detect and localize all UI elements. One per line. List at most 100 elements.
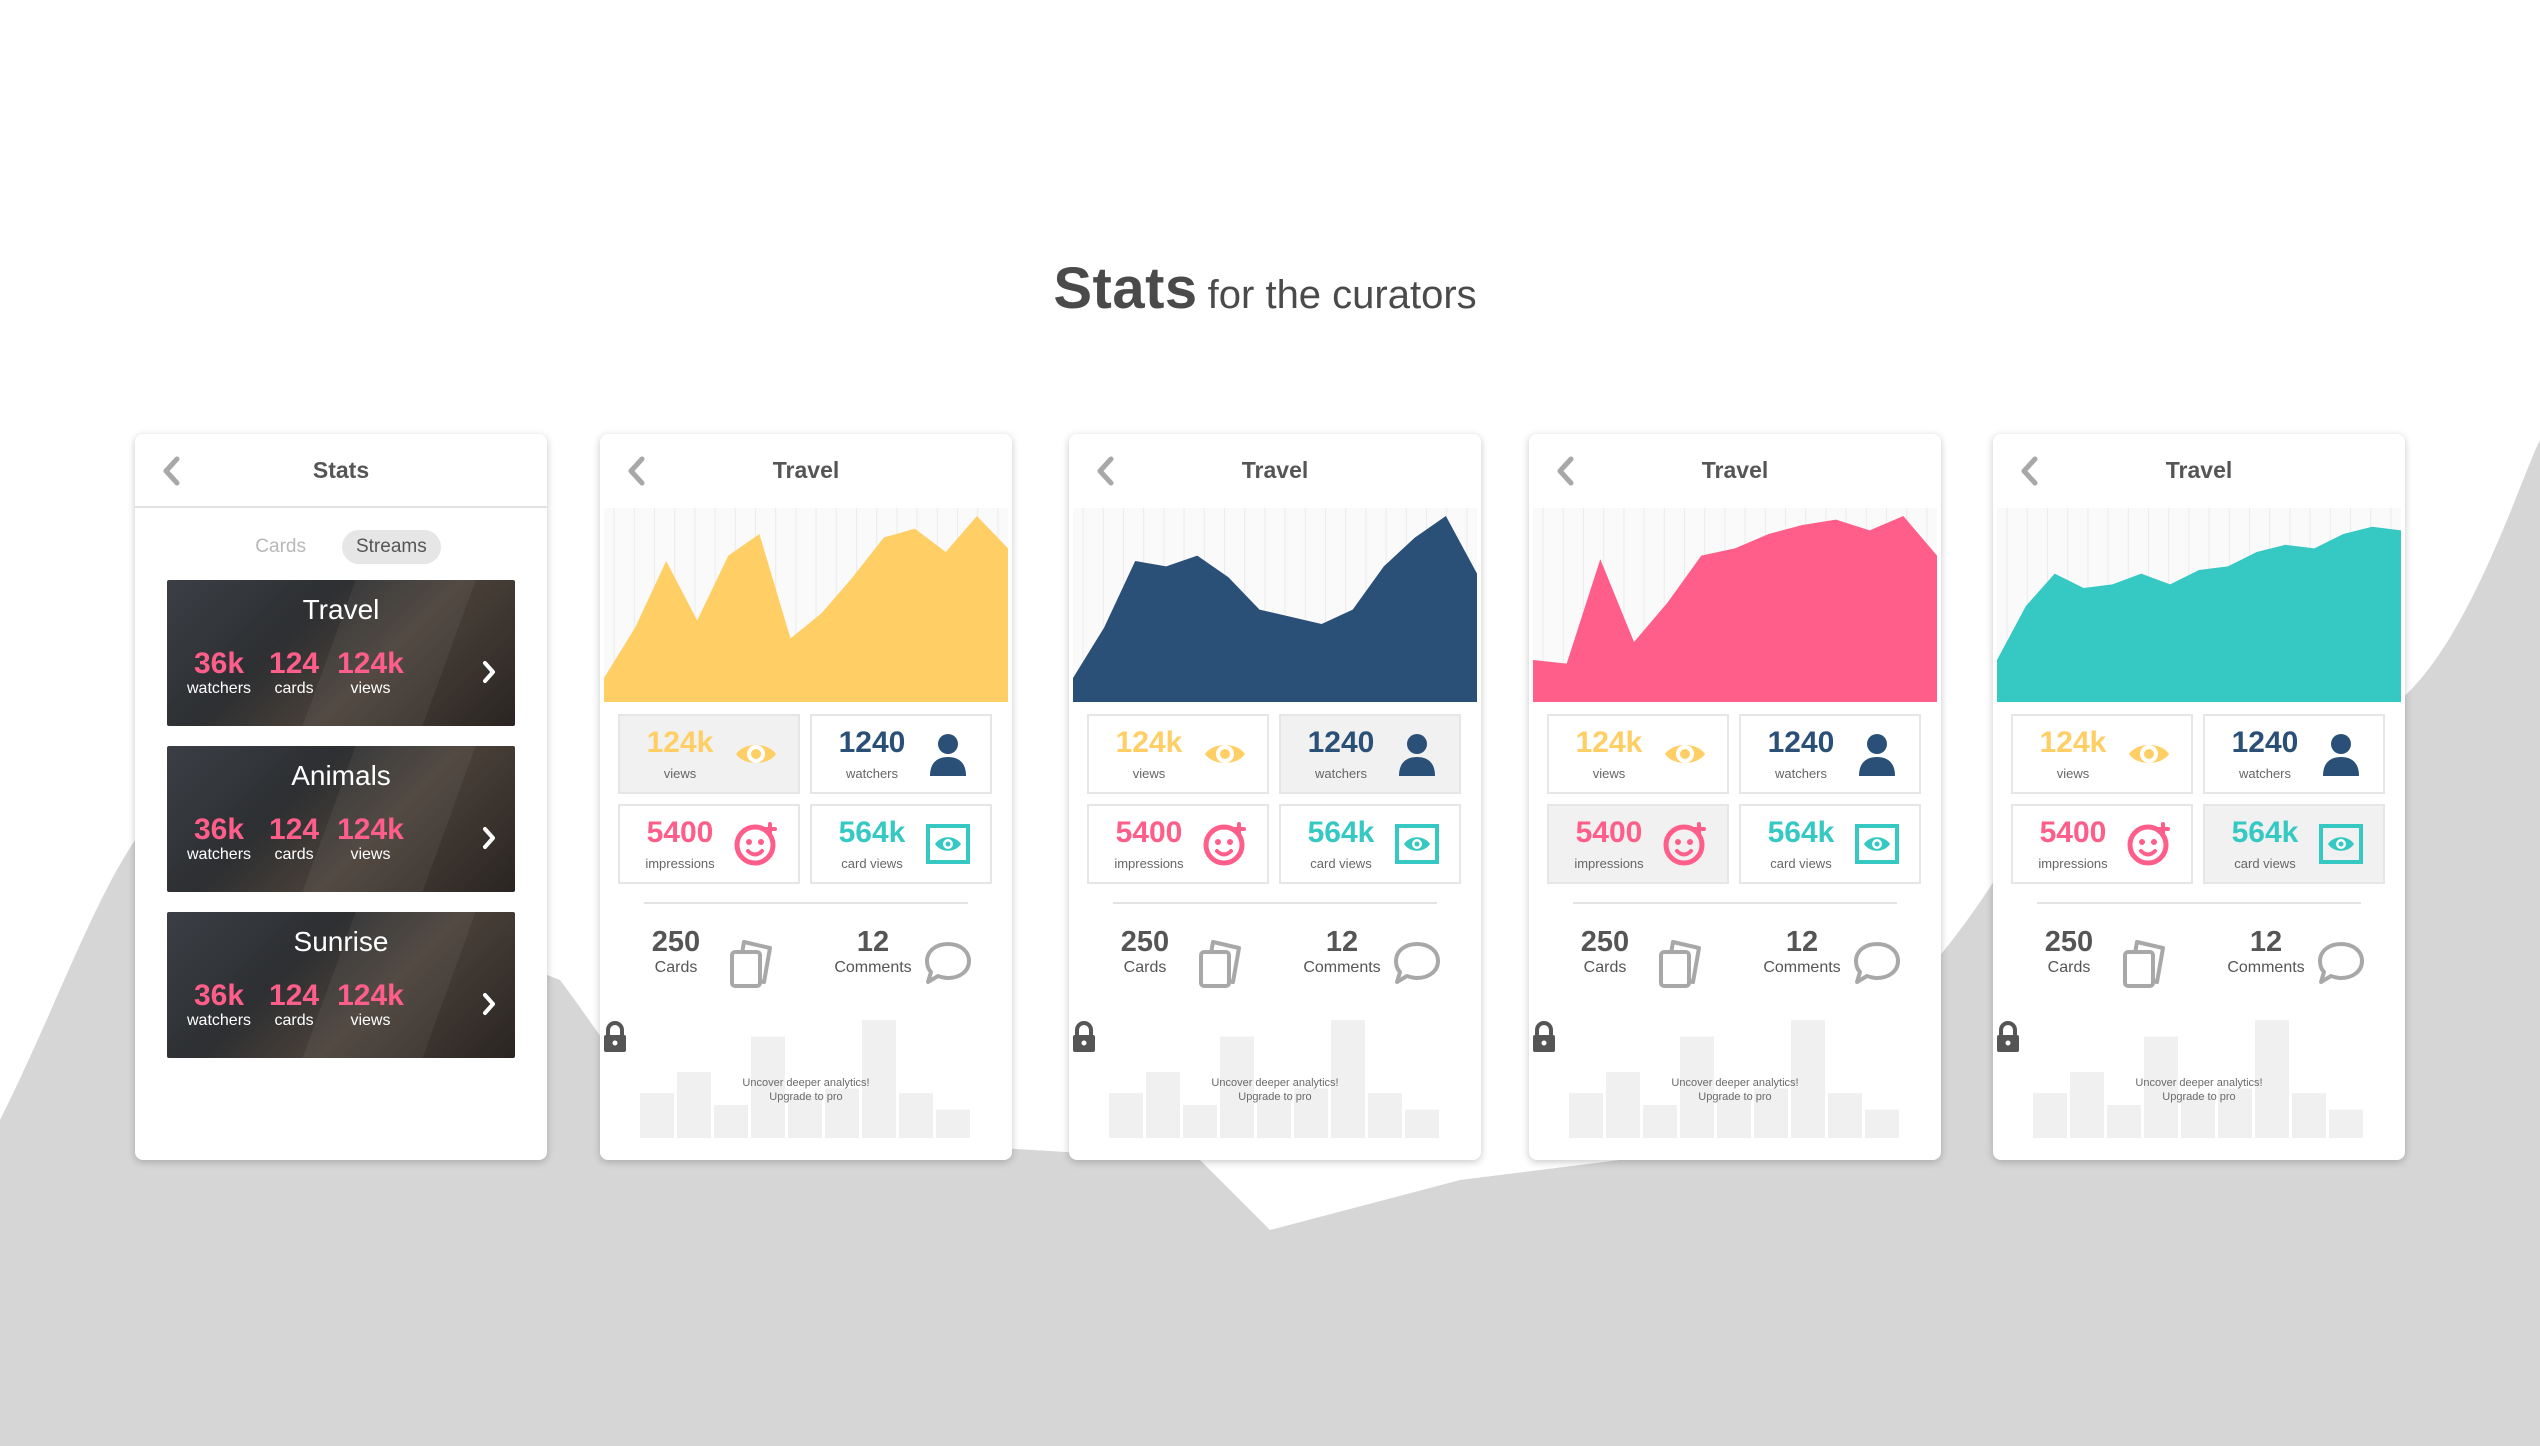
tab-cards[interactable]: Cards — [241, 530, 320, 564]
tile-card-views-value: 564k — [1767, 816, 1835, 849]
back-button[interactable] — [1543, 448, 1589, 494]
person-icon — [930, 734, 966, 776]
locked-analytics[interactable]: Uncover deeper analytics! Upgrade to pro — [1993, 1020, 2405, 1140]
stream-card-travel[interactable]: Travel 36k watchers 124 cards 124k views — [167, 580, 515, 726]
stream-card-animals[interactable]: Animals 36k watchers 124 cards 124k views — [167, 746, 515, 892]
cards-total-value: 250 — [1580, 926, 1630, 958]
back-button[interactable] — [149, 448, 195, 494]
section-divider — [1113, 902, 1437, 904]
chart-area-series — [1073, 516, 1477, 702]
upgrade-prompt: Uncover deeper analytics! Upgrade to pro — [1069, 1076, 1481, 1104]
tile-impressions-label: impressions — [645, 856, 715, 871]
person-icon — [2323, 734, 2359, 776]
stream-stats: 36k watchers 124 cards 124k views — [187, 814, 404, 864]
tile-impressions[interactable]: 5400 impressions — [618, 804, 800, 884]
tile-views[interactable]: 124k views — [1547, 714, 1729, 794]
stream-views-value: 124k — [337, 647, 404, 680]
face-icon — [1203, 822, 1246, 866]
locked-bar — [714, 1104, 748, 1138]
tab-streams[interactable]: Streams — [341, 530, 441, 564]
chevron-left-icon — [163, 456, 180, 486]
stream-stats: 36k watchers 124 cards 124k views — [187, 980, 404, 1030]
stream-cards: 124 cards — [269, 814, 319, 864]
tile-impressions-value: 5400 — [2039, 816, 2107, 849]
tile-watchers-label: watchers — [2238, 766, 2292, 781]
area-chart-svg — [1533, 508, 1937, 702]
section-divider — [644, 902, 968, 904]
tile-card-views-value: 564k — [838, 816, 906, 849]
tile-impressions-label: impressions — [2038, 856, 2108, 871]
tile-card-views[interactable]: 564k card views — [2203, 804, 2385, 884]
comment-icon[interactable] — [1391, 936, 1443, 990]
tile-views[interactable]: 124k views — [618, 714, 800, 794]
tile-views[interactable]: 124k views — [2011, 714, 2193, 794]
stream-title: Animals — [291, 760, 391, 791]
tile-watchers[interactable]: 1240 watchers — [1739, 714, 1921, 794]
upgrade-prompt-line1: Uncover deeper analytics! — [742, 1077, 870, 1089]
stream-watchers-value: 36k — [193, 979, 245, 1012]
tile-card-views[interactable]: 564k card views — [810, 804, 992, 884]
screen-header: Stats — [135, 434, 547, 506]
cards-stack-icon[interactable] — [1195, 936, 1247, 990]
cards-stack-icon[interactable] — [726, 936, 778, 990]
locked-bar — [1183, 1104, 1217, 1138]
tile-impressions[interactable]: 5400 impressions — [1547, 804, 1729, 884]
locked-analytics[interactable]: Uncover deeper analytics! Upgrade to pro — [600, 1020, 1012, 1140]
comment-icon[interactable] — [1851, 936, 1903, 990]
cards-total: 250 Cards — [2029, 926, 2109, 977]
tile-views[interactable]: 124k views — [1087, 714, 1269, 794]
cards-total-label: Cards — [1583, 959, 1627, 976]
stream-views: 124k views — [337, 648, 404, 698]
tile-card-views[interactable]: 564k card views — [1279, 804, 1461, 884]
tile-watchers[interactable]: 1240 watchers — [2203, 714, 2385, 794]
stream-watchers-value: 36k — [193, 813, 245, 846]
chevron-right-icon — [483, 827, 495, 849]
cards-total-label: Cards — [1123, 959, 1167, 976]
tile-views-label: views — [1592, 766, 1626, 781]
back-button[interactable] — [2007, 448, 2053, 494]
tile-impressions[interactable]: 5400 impressions — [2011, 804, 2193, 884]
tile-watchers[interactable]: 1240 watchers — [1279, 714, 1461, 794]
locked-analytics[interactable]: Uncover deeper analytics! Upgrade to pro — [1069, 1020, 1481, 1140]
area-chart-svg — [1997, 508, 2401, 702]
cards-stack-icon[interactable] — [2119, 936, 2171, 990]
lock-icon — [604, 1021, 626, 1052]
locked-analytics[interactable]: Uncover deeper analytics! Upgrade to pro — [1529, 1020, 1941, 1140]
stream-title: Sunrise — [293, 926, 389, 957]
tile-watchers[interactable]: 1240 watchers — [810, 714, 992, 794]
card-eye-icon — [1395, 824, 1439, 864]
eye-icon — [1665, 745, 1705, 763]
tile-views-value: 124k — [1575, 726, 1643, 759]
stream-cards: 124 cards — [269, 980, 319, 1030]
stream-views-label: views — [350, 1012, 391, 1029]
upgrade-prompt: Uncover deeper analytics! Upgrade to pro — [600, 1076, 1012, 1104]
cards-stack-icon[interactable] — [1655, 936, 1707, 990]
face-icon — [2127, 822, 2170, 866]
comment-icon[interactable] — [2315, 936, 2367, 990]
comment-icon[interactable] — [922, 936, 974, 990]
tile-impressions[interactable]: 5400 impressions — [1087, 804, 1269, 884]
card-eye-icon — [926, 824, 970, 864]
stream-stats: 36k watchers 124 cards 124k views — [187, 648, 404, 698]
tile-views-label: views — [663, 766, 697, 781]
totals-row: 250 Cards 12 Comments — [1069, 926, 1481, 996]
stream-watchers-label: watchers — [187, 680, 252, 697]
stream-watchers-label: watchers — [187, 1012, 252, 1029]
chevron-left-icon — [1557, 456, 1574, 486]
stream-cards-label: cards — [274, 846, 314, 863]
back-button[interactable] — [1083, 448, 1129, 494]
screen-title: Stats — [312, 456, 370, 483]
back-button[interactable] — [614, 448, 660, 494]
tile-card-views[interactable]: 564k card views — [1739, 804, 1921, 884]
area-chart-svg — [604, 508, 1008, 702]
comments-total: 12 Comments — [1287, 926, 1397, 977]
stream-card-sunrise[interactable]: Sunrise 36k watchers 124 cards 124k views — [167, 912, 515, 1058]
tile-card-views-label: card views — [1770, 856, 1832, 871]
stream-views: 124k views — [337, 814, 404, 864]
cards-total-value: 250 — [2044, 926, 2094, 958]
tile-impressions-value: 5400 — [646, 816, 714, 849]
screen-header: Travel — [1069, 434, 1481, 506]
comments-total-label: Comments — [1763, 959, 1841, 976]
stream-views-value: 124k — [337, 979, 404, 1012]
comments-total: 12 Comments — [2211, 926, 2321, 977]
